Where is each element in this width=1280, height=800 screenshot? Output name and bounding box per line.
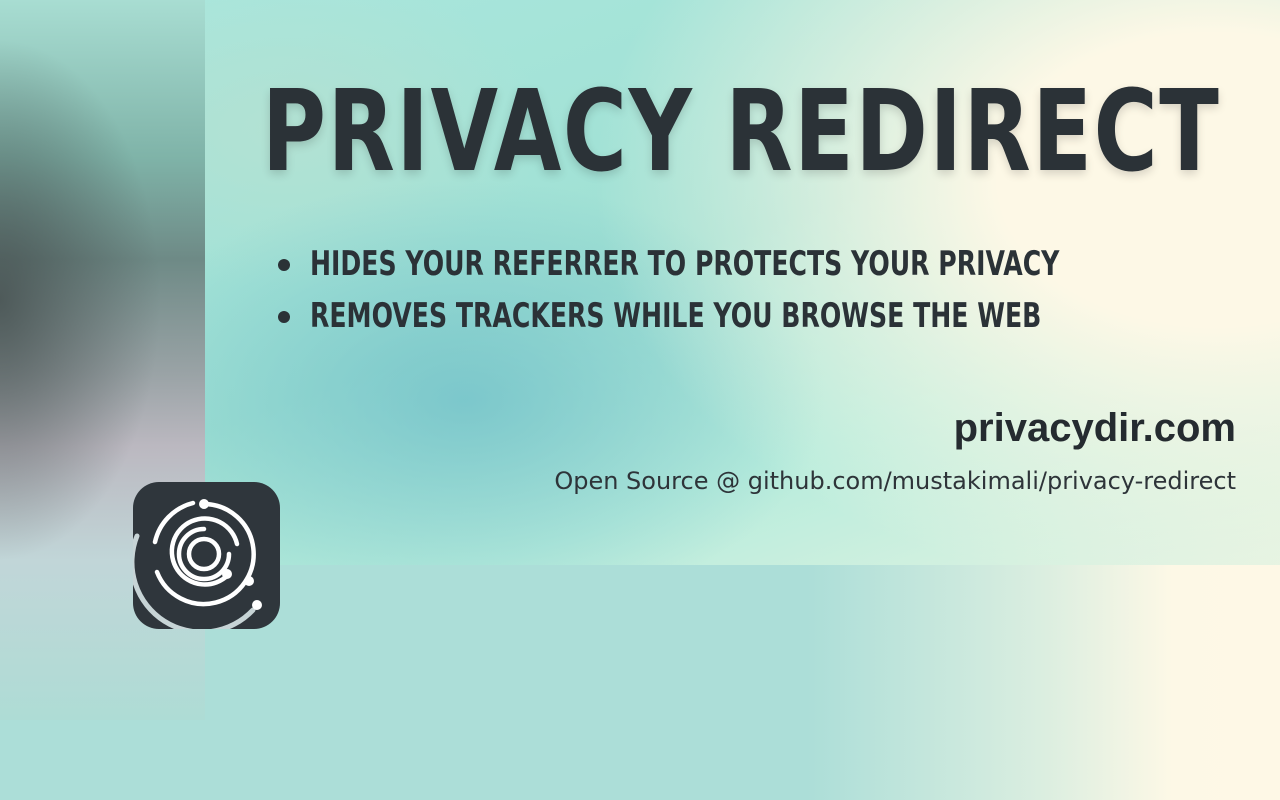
bullet-icon bbox=[278, 259, 290, 271]
feature-text: REMOVES TRACKERS WHILE YOU BROWSE THE WE… bbox=[310, 296, 1042, 336]
bullet-icon bbox=[278, 311, 290, 323]
feature-list: HIDES YOUR REFERRER TO PROTECTS YOUR PRI… bbox=[276, 238, 1280, 342]
banner-title: PRIVACY REDIRECT bbox=[262, 67, 1221, 197]
feature-item: HIDES YOUR REFERRER TO PROTECTS YOUR PRI… bbox=[276, 238, 1280, 290]
bottom-background bbox=[205, 565, 1280, 800]
source-link-text: Open Source @ github.com/mustakimali/pri… bbox=[554, 467, 1236, 495]
feature-item: REMOVES TRACKERS WHILE YOU BROWSE THE WE… bbox=[276, 290, 1280, 342]
orbit-rings-icon bbox=[129, 482, 280, 635]
website-url: privacydir.com bbox=[953, 406, 1236, 450]
feature-text: HIDES YOUR REFERRER TO PROTECTS YOUR PRI… bbox=[310, 244, 1060, 284]
